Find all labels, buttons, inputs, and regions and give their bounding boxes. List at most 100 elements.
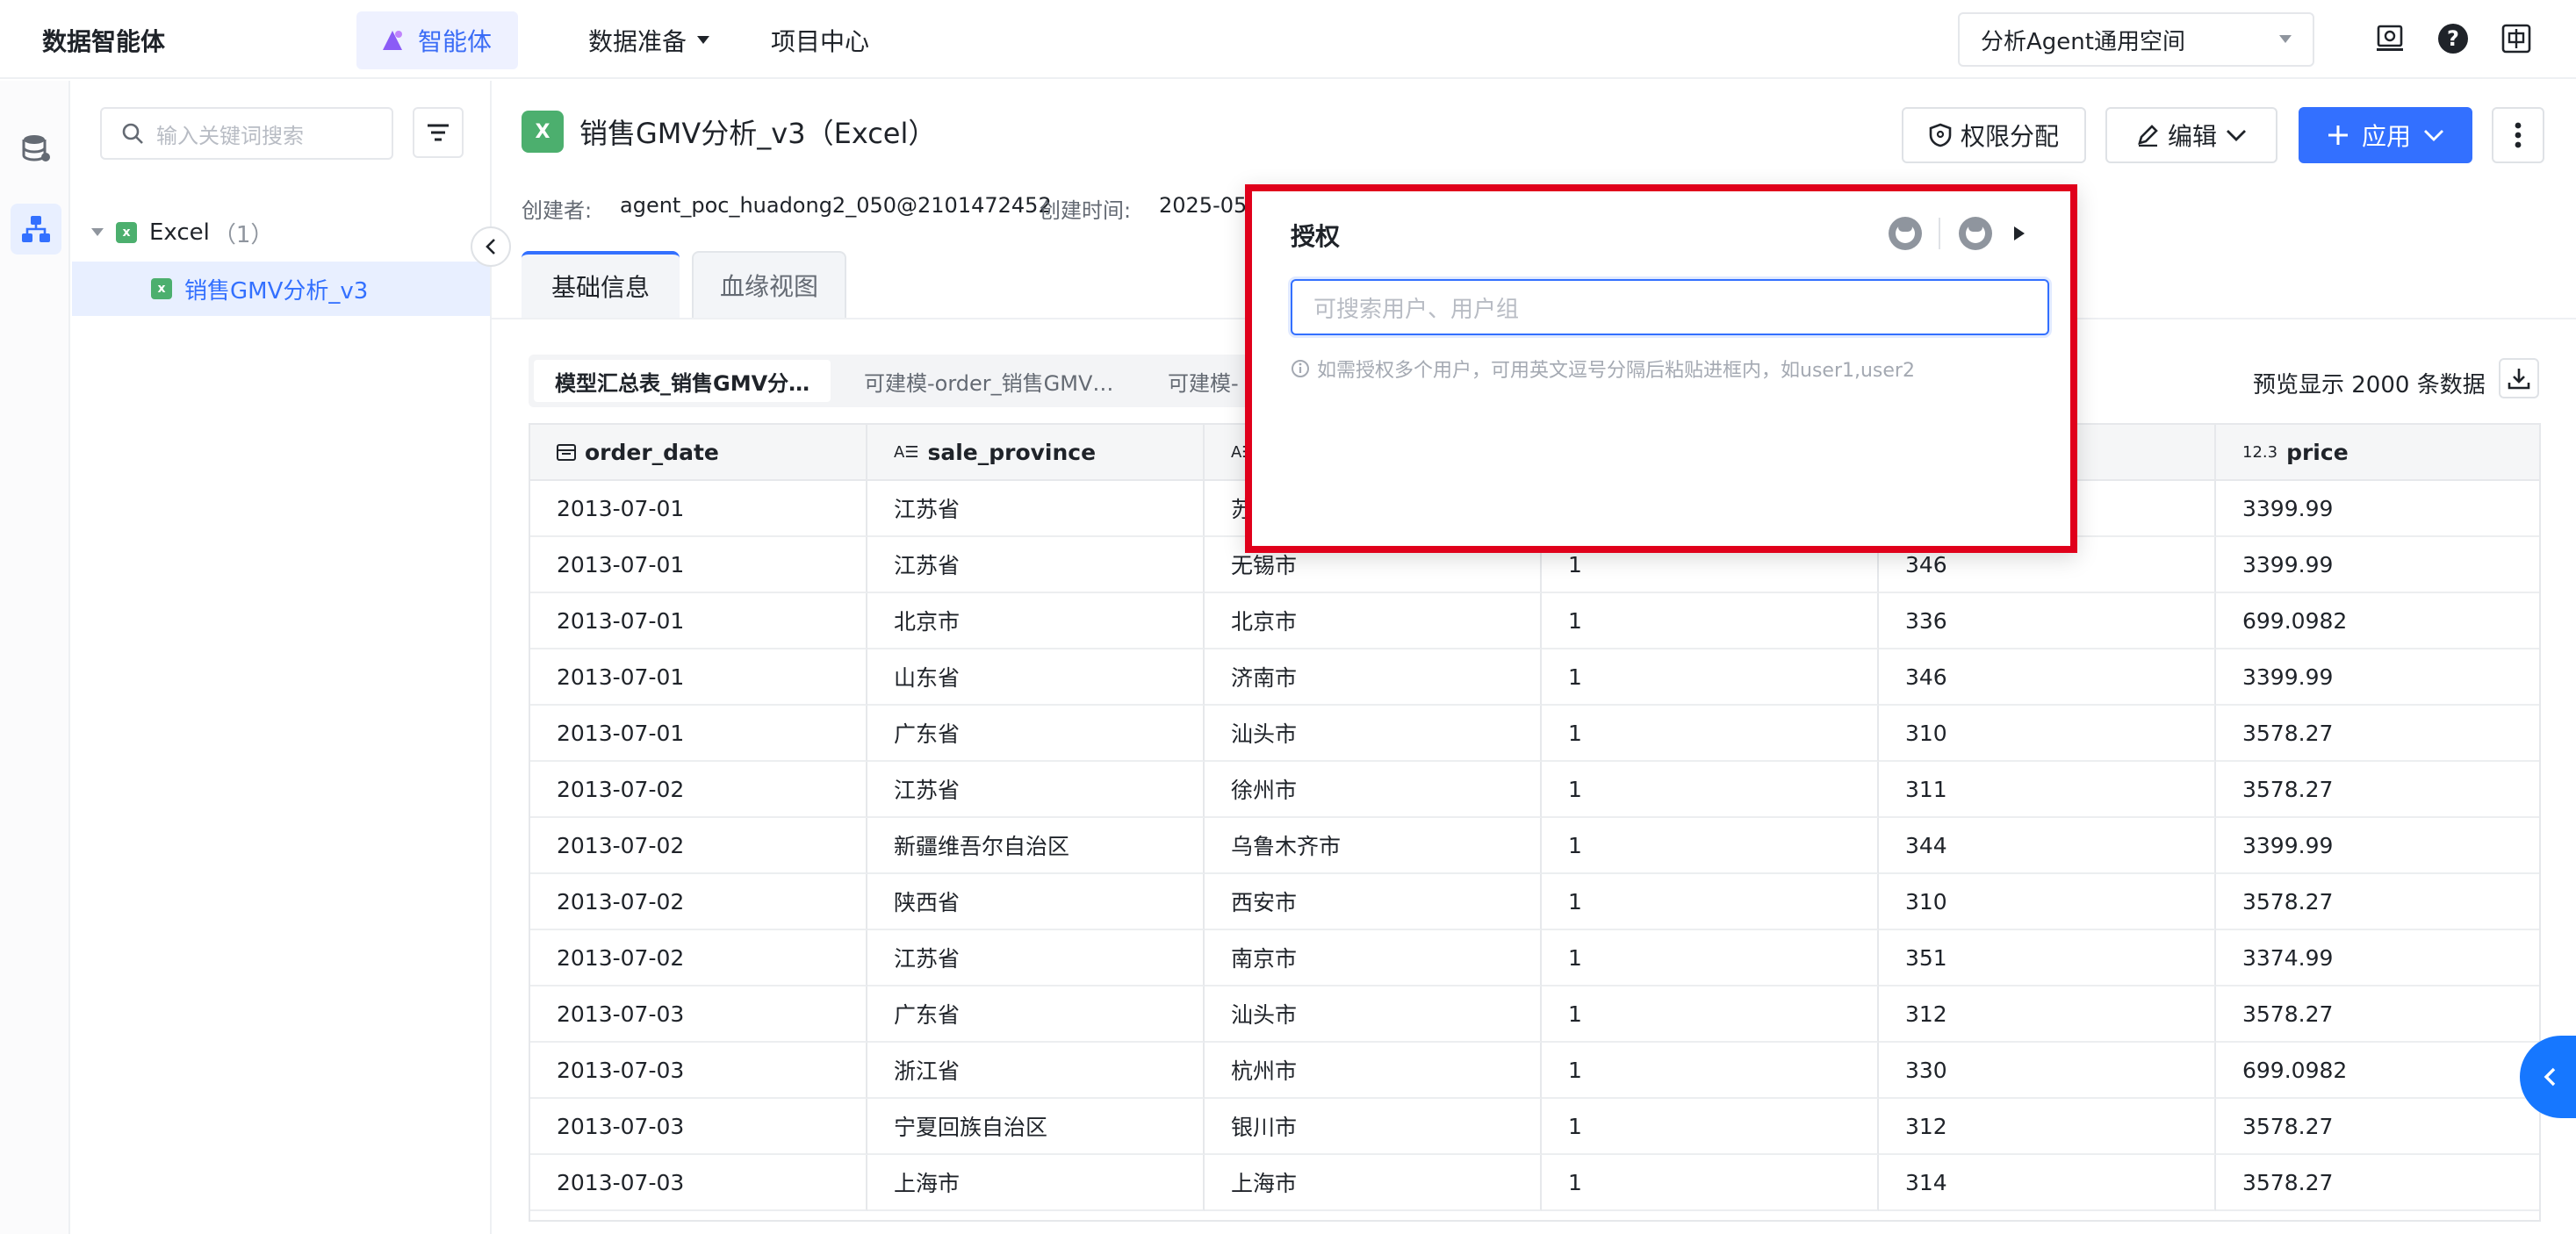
collapse-panel-button[interactable] — [471, 226, 511, 267]
caret-right-icon[interactable] — [2012, 225, 2026, 242]
table-cell: 2013-07-03 — [530, 1099, 867, 1155]
nav-agent-label: 智能体 — [418, 27, 493, 56]
table-cell: 汕头市 — [1205, 706, 1542, 762]
table-cell: 乌鲁木齐市 — [1205, 818, 1542, 874]
table-cell: 346 — [1879, 649, 2216, 706]
user-group-avatar-icon[interactable] — [1958, 216, 1993, 251]
tree-item-sales-gmv[interactable]: x 销售GMV分析_v3 — [72, 262, 490, 316]
page-title-row: X 销售GMV分析_v3（Excel） — [522, 111, 936, 153]
table-cell: 311 — [1879, 762, 2216, 818]
table-cell: 310 — [1879, 874, 2216, 930]
table-cell: 3578.27 — [2216, 1099, 2539, 1155]
column-header-label: price — [2286, 439, 2349, 465]
caret-down-icon — [697, 36, 710, 44]
top-bar: 数据智能体 智能体 数据准备 项目中心 分析Agent通用空间 ? — [0, 0, 2576, 79]
table-cell: 江苏省 — [867, 481, 1205, 537]
rail-database[interactable] — [11, 123, 61, 174]
table-cell: 2013-07-02 — [530, 818, 867, 874]
more-vertical-icon — [2515, 122, 2522, 148]
user-avatar-icon[interactable] — [1888, 216, 1923, 251]
table-cell: 2013-07-03 — [530, 1043, 867, 1099]
column-header-order-date[interactable]: order_date — [530, 425, 867, 481]
download-button[interactable] — [2499, 358, 2539, 398]
sheet-tab-summary[interactable]: 模型汇总表_销售GMV分… — [534, 360, 831, 402]
table-cell: 314 — [1879, 1155, 2216, 1211]
table-cell: 351 — [1879, 930, 2216, 986]
tree-group-count: （1） — [212, 221, 274, 248]
tab-lineage-view[interactable]: 血缘视图 — [692, 251, 846, 318]
tree-search-placeholder: 输入关键词搜索 — [156, 123, 304, 148]
model-tree-icon — [22, 216, 50, 242]
table-cell: 2013-07-01 — [530, 593, 867, 649]
table-cell: 上海市 — [1205, 1155, 1542, 1211]
table-cell: 3399.99 — [2216, 649, 2539, 706]
download-icon — [2508, 369, 2530, 390]
more-button[interactable] — [2492, 107, 2544, 163]
table-cell: 2013-07-03 — [530, 986, 867, 1043]
table-cell: 1 — [1542, 1099, 1879, 1155]
number-type-icon: 12.3 — [2242, 442, 2278, 462]
tree-group-excel[interactable]: x Excel （1） — [72, 205, 490, 260]
table-cell: 2013-07-01 — [530, 706, 867, 762]
excel-icon: X — [522, 111, 564, 153]
rail-model[interactable] — [11, 204, 61, 255]
table-cell: 3374.99 — [2216, 930, 2539, 986]
created-time-label: 创建时间: — [1040, 198, 1132, 223]
table-cell: 1 — [1542, 1043, 1879, 1099]
nav-data-prep-label: 数据准备 — [588, 27, 687, 56]
permission-button[interactable]: 权限分配 — [1902, 107, 2086, 163]
popup-divider — [1939, 218, 1940, 249]
table-cell: 2013-07-01 — [530, 649, 867, 706]
column-header-label: sale_province — [927, 439, 1097, 465]
chevron-left-icon — [2544, 1067, 2556, 1087]
space-select[interactable]: 分析Agent通用空间 — [1958, 12, 2314, 67]
sheet-tab-order[interactable]: 可建模-order_销售GMV… — [843, 360, 1134, 402]
table-cell: 312 — [1879, 986, 2216, 1043]
table-cell: 江苏省 — [867, 762, 1205, 818]
nav-project[interactable]: 项目中心 — [771, 23, 869, 58]
help-icon[interactable]: ? — [2436, 21, 2471, 56]
table-cell: 330 — [1879, 1043, 2216, 1099]
table-cell: 3578.27 — [2216, 706, 2539, 762]
screen-icon[interactable] — [2372, 21, 2407, 56]
text-type-icon: A☰ — [894, 442, 919, 462]
table-cell: 2013-07-01 — [530, 537, 867, 593]
permission-button-label: 权限分配 — [1960, 122, 2059, 151]
search-icon — [122, 123, 143, 144]
table-cell: 1 — [1542, 706, 1879, 762]
table-cell: 杭州市 — [1205, 1043, 1542, 1099]
tab-basic-info[interactable]: 基础信息 — [522, 251, 680, 318]
nav-data-prep[interactable]: 数据准备 — [588, 23, 710, 58]
filter-button[interactable] — [413, 107, 464, 158]
language-icon[interactable] — [2499, 21, 2534, 56]
table-cell: 3578.27 — [2216, 1155, 2539, 1211]
column-header-price[interactable]: 12.3 price — [2216, 425, 2539, 481]
column-header-sale-province[interactable]: A☰ sale_province — [867, 425, 1205, 481]
table-cell: 699.0982 — [2216, 1043, 2539, 1099]
table-cell: 新疆维吾尔自治区 — [867, 818, 1205, 874]
calendar-icon — [557, 444, 576, 461]
table-cell: 浙江省 — [867, 1043, 1205, 1099]
table-cell: 3578.27 — [2216, 874, 2539, 930]
table-cell: 徐州市 — [1205, 762, 1542, 818]
database-icon — [22, 135, 50, 161]
user-search-input[interactable]: 可搜索用户、用户组 — [1291, 279, 2049, 335]
table-cell: 西安市 — [1205, 874, 1542, 930]
table-cell: 汕头市 — [1205, 986, 1542, 1043]
sheet-tab-other[interactable]: 可建模- — [1147, 360, 1260, 402]
table-cell: 南京市 — [1205, 930, 1542, 986]
creator-label: 创建者: — [522, 198, 593, 223]
caret-down-icon — [91, 228, 104, 236]
tree-search-input[interactable]: 输入关键词搜索 — [100, 107, 393, 160]
apply-button[interactable]: 应用 — [2299, 107, 2472, 163]
table-cell: 1 — [1542, 762, 1879, 818]
preview-count: 预览显示 2000 条数据 — [2253, 372, 2486, 398]
table-cell: 2013-07-03 — [530, 1155, 867, 1211]
table-cell: 济南市 — [1205, 649, 1542, 706]
nav-agent[interactable]: 智能体 — [356, 11, 518, 69]
user-search-placeholder: 可搜索用户、用户组 — [1313, 296, 1520, 323]
edit-button[interactable]: 编辑 — [2105, 107, 2277, 163]
tree-group-label: Excel — [149, 219, 210, 246]
table-cell: 广东省 — [867, 986, 1205, 1043]
table-cell: 上海市 — [867, 1155, 1205, 1211]
